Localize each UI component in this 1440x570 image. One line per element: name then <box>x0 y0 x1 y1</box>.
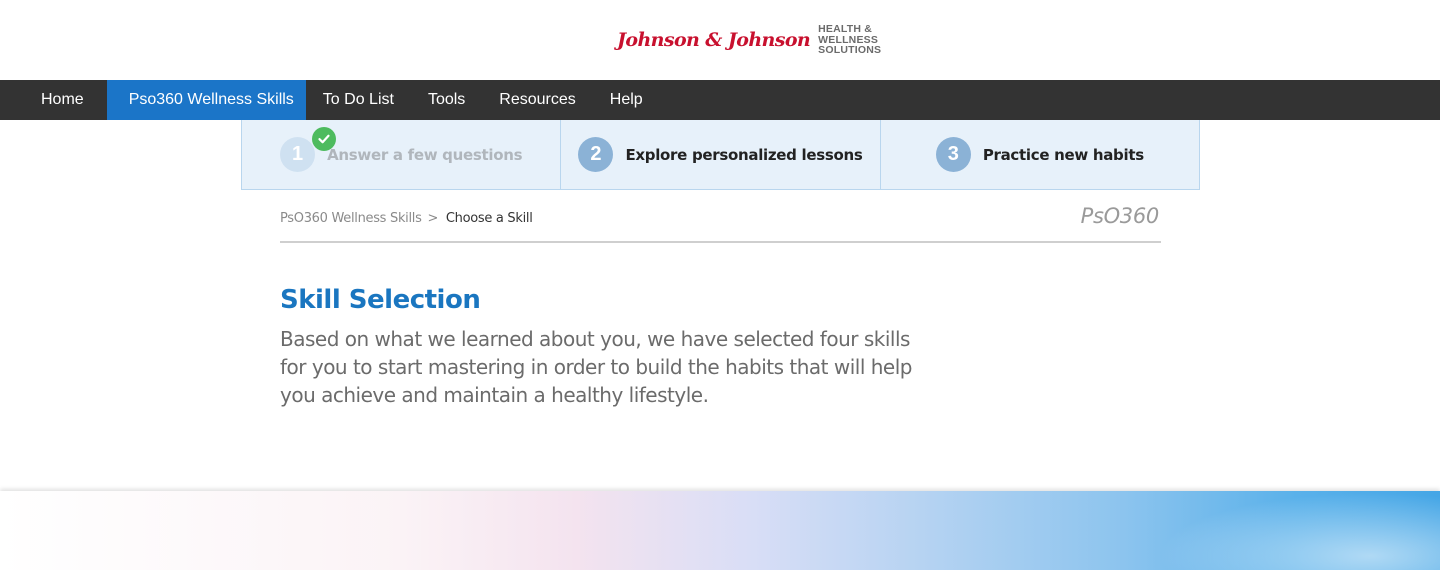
step-practice-habits[interactable]: 3 Practice new habits <box>881 120 1199 189</box>
step-number: 2 <box>578 137 614 172</box>
logo-tagline: HEALTH & WELLNESS SOLUTIONS <box>818 23 882 56</box>
step-answer-questions[interactable]: 1 Answer a few questions <box>242 120 562 189</box>
main-nav: Home Pso360 Wellness Skills To Do List T… <box>0 80 1440 120</box>
step-label: Practice new habits <box>982 145 1144 164</box>
page-intro-text: Based on what we learned about you, we h… <box>280 327 912 407</box>
logo-wordmark: Johnson & Johnson <box>617 28 811 51</box>
nav-item-to-do-list[interactable]: To Do List <box>306 80 411 120</box>
divider <box>280 241 1161 243</box>
nav-item-home[interactable]: Home <box>0 80 107 120</box>
nav-item-resources[interactable]: Resources <box>482 80 592 120</box>
brand-logo[interactable]: Johnson & Johnson HEALTH & WELLNESS SOLU… <box>617 24 881 56</box>
breadcrumb-separator: > <box>427 211 439 226</box>
progress-steps: 1 Answer a few questions 2 Explore perso… <box>241 120 1200 190</box>
step-explore-lessons[interactable]: 2 Explore personalized lessons <box>561 120 881 189</box>
site-header: Johnson & Johnson HEALTH & WELLNESS SOLU… <box>0 0 1440 80</box>
step-label: Explore personalized lessons <box>625 145 863 164</box>
checkmark-icon <box>312 127 336 151</box>
nav-item-tools[interactable]: Tools <box>411 80 482 120</box>
nav-item-help[interactable]: Help <box>593 80 660 120</box>
hero-sky-banner <box>0 491 1440 570</box>
breadcrumb-parent-link[interactable]: PsO360 Wellness Skills <box>280 211 422 226</box>
page-title: Skill Selection <box>280 285 481 315</box>
step-number: 3 <box>935 137 971 172</box>
program-brandmark: PsO360 <box>1080 204 1160 228</box>
step-label: Answer a few questions <box>327 145 523 164</box>
step-number: 1 <box>280 137 316 172</box>
breadcrumb: PsO360 Wellness Skills > Choose a Skill <box>280 211 533 226</box>
breadcrumb-current: Choose a Skill <box>445 211 533 226</box>
nav-item-wellness-skills[interactable]: Pso360 Wellness Skills <box>106 80 306 120</box>
